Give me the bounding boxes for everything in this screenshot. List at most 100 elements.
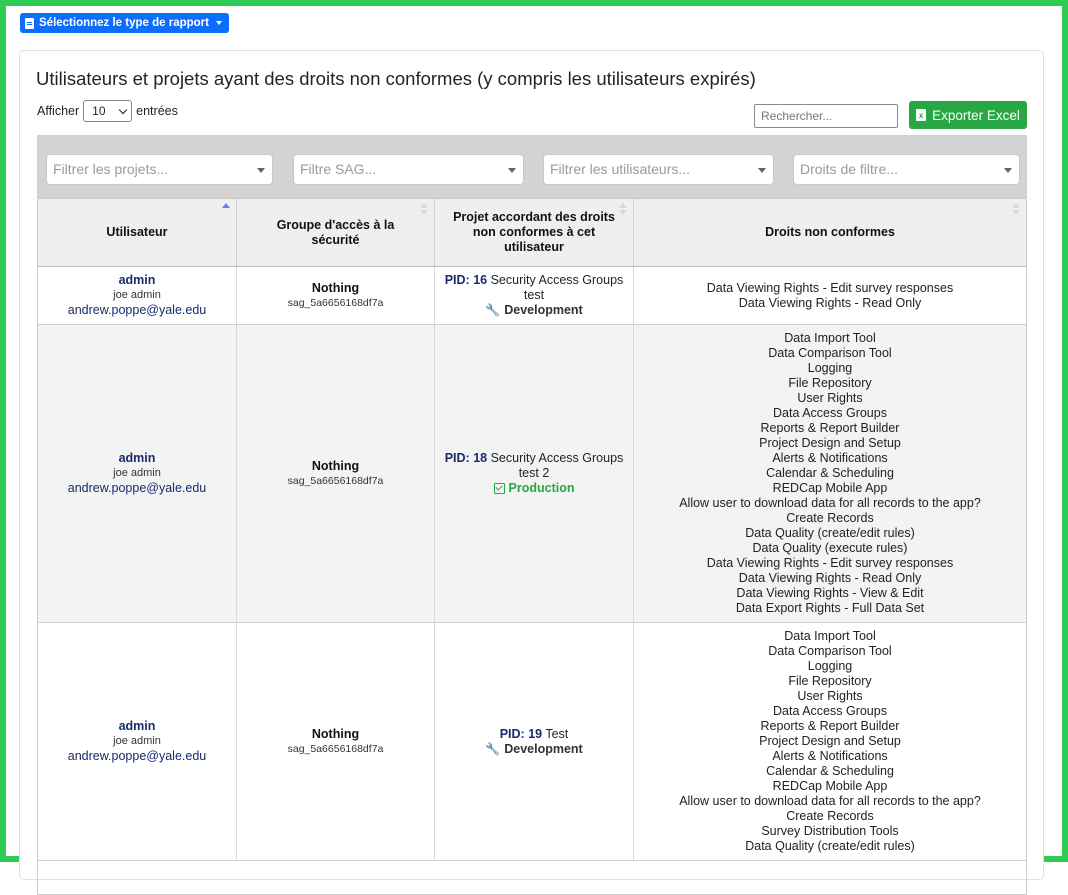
sag-name: Nothing: [311, 458, 360, 473]
rights-cell: Data Import Tool Data Comparison Tool Logg…: [634, 325, 1026, 622]
right-item: Data Access Groups: [773, 406, 887, 420]
right-item: Calendar & Scheduling: [766, 466, 894, 480]
sag-cell: Nothing sag_5a6656168df7a: [237, 267, 435, 324]
dropdown-arrow-icon: [758, 168, 766, 173]
right-item: Create Records: [786, 511, 874, 525]
column-header-rights[interactable]: Droits non conformes: [634, 199, 1026, 266]
status-label: Production: [508, 481, 575, 495]
rights-cell: Data Viewing Rights - Edit survey respon…: [634, 267, 1026, 324]
user-email: andrew.poppe@yale.edu: [67, 749, 207, 763]
dropdown-arrow-icon: [1004, 168, 1012, 173]
user-email: andrew.poppe@yale.edu: [67, 303, 207, 317]
sag-id: sag_5a6656168df7a: [287, 474, 384, 487]
rights-cell: Data Import Tool Data Comparison Tool Logg…: [634, 623, 1026, 860]
user-filter[interactable]: Filtrer les utilisateurs...: [543, 154, 774, 185]
username: admin: [118, 273, 156, 287]
table-row: admin joe admin andrew.poppe@yale.edu Nothi…: [38, 267, 1026, 325]
project-title: PID: 19 Test: [500, 727, 569, 742]
table-header: Utilisateur Groupe d'accès à la sécurité…: [38, 198, 1026, 267]
page-length-value: 10: [92, 104, 106, 118]
filter-row: Filtrer les projets... Filtre SAG... Fil…: [38, 136, 1026, 198]
project-cell: PID: 16 Security Access Groups test 🔧 Deve…: [435, 267, 634, 324]
right-item: Survey Distribution Tools: [761, 824, 899, 838]
right-item: Data Quality (execute rules): [752, 541, 908, 555]
user-cell: admin joe admin andrew.poppe@yale.edu: [38, 325, 237, 622]
project-name: Test: [545, 726, 569, 741]
project-name: Security Access Groups test 2: [490, 451, 624, 480]
project-cell: PID: 19 Test 🔧 Development: [435, 623, 634, 860]
page-length-control: Afficher 10 entrées: [37, 100, 178, 122]
file-icon: [25, 17, 34, 29]
right-item: Data Comparison Tool: [768, 644, 892, 658]
sag-filter[interactable]: Filtre SAG...: [293, 154, 524, 185]
right-item: Alerts & Notifications: [772, 749, 888, 763]
right-item: Logging: [807, 659, 853, 673]
search-input[interactable]: Rechercher...: [754, 104, 898, 128]
right-item: Alerts & Notifications: [772, 451, 888, 465]
sag-cell: Nothing sag_5a6656168df7a: [237, 325, 435, 622]
right-item: Reports & Report Builder: [760, 719, 900, 733]
right-item: Data Viewing Rights - Edit survey respon…: [706, 556, 954, 570]
right-item: Data Viewing Rights - Read Only: [738, 295, 922, 310]
sag-name: Nothing: [311, 280, 360, 295]
dropdown-arrow-icon: [257, 168, 265, 173]
project-cell: PID: 18 Security Access Groups test 2 Pro…: [435, 325, 634, 622]
user-fullname: joe admin: [113, 735, 161, 747]
right-item: Data Export Rights - Full Data Set: [735, 601, 925, 615]
rights-filter[interactable]: Droits de filtre...: [793, 154, 1020, 185]
sag-name: Nothing: [311, 726, 360, 741]
user-cell: admin joe admin andrew.poppe@yale.edu: [38, 623, 237, 860]
project-name: Security Access Groups test: [490, 273, 624, 302]
right-item: Project Design and Setup: [759, 436, 901, 450]
right-item: File Repository: [788, 376, 872, 390]
column-header-label: Utilisateur: [106, 225, 168, 239]
pid-number: 16: [473, 273, 488, 287]
sag-filter-placeholder: Filtre SAG...: [300, 161, 377, 177]
page-length-select[interactable]: 10: [83, 100, 133, 122]
right-item: Create Records: [786, 809, 874, 823]
sort-ascending-icon: [222, 203, 230, 217]
user-fullname: joe admin: [113, 467, 161, 479]
column-header-label: Droits non conformes: [765, 225, 895, 239]
username: admin: [118, 719, 156, 733]
pid-number: 19: [528, 726, 543, 741]
project-title: PID: 16 Security Access Groups test: [443, 273, 625, 303]
right-item: User Rights: [797, 689, 863, 703]
status-production: Production: [493, 481, 575, 496]
pid-number: 18: [473, 451, 488, 465]
length-prefix: Afficher: [37, 104, 80, 118]
column-header-project[interactable]: Projet accordant des droits non conforme…: [435, 199, 634, 266]
sort-icon: [420, 203, 428, 217]
sort-icon: [1012, 203, 1020, 217]
column-header-user[interactable]: Utilisateur: [38, 199, 237, 266]
chevron-down-icon: [118, 105, 128, 115]
right-item: Data Import Tool: [784, 331, 876, 345]
column-header-label: Projet accordant des droits non conforme…: [453, 210, 615, 254]
check-square-icon: [493, 483, 505, 494]
right-item: Calendar & Scheduling: [766, 764, 894, 778]
right-item: Project Design and Setup: [759, 734, 901, 748]
column-header-sag[interactable]: Groupe d'accès à la sécurité: [237, 199, 435, 266]
table-row: admin joe admin andrew.poppe@yale.edu Nothi…: [38, 623, 1026, 861]
sag-id: sag_5a6656168df7a: [287, 742, 384, 755]
export-label: Exporter Excel: [932, 107, 1020, 123]
right-item: REDCap Mobile App: [772, 481, 888, 495]
right-item: REDCap Mobile App: [772, 779, 888, 793]
export-excel-button[interactable]: x Exporter Excel: [909, 101, 1027, 129]
report-type-label: Sélectionnez le type de rapport: [39, 17, 209, 29]
wrench-icon: 🔧: [485, 741, 501, 756]
report-type-button[interactable]: Sélectionnez le type de rapport: [20, 13, 229, 33]
right-item: Data Viewing Rights - View & Edit: [736, 586, 924, 600]
right-item: Data Quality (create/edit rules): [745, 839, 915, 853]
user-cell: admin joe admin andrew.poppe@yale.edu: [38, 267, 237, 324]
search-placeholder: Rechercher...: [761, 109, 833, 123]
caret-down-icon: [215, 21, 222, 25]
project-filter[interactable]: Filtrer les projets...: [46, 154, 273, 185]
status-development: 🔧 Development: [485, 742, 582, 757]
user-fullname: joe admin: [113, 289, 161, 301]
sort-icon: [619, 203, 627, 217]
table-body: admin joe admin andrew.poppe@yale.edu Nothi…: [38, 267, 1026, 861]
right-item: File Repository: [788, 674, 872, 688]
right-item: Allow user to download data for all reco…: [679, 794, 981, 808]
rights-table: Filtrer les projets... Filtre SAG... Fil…: [37, 135, 1027, 895]
